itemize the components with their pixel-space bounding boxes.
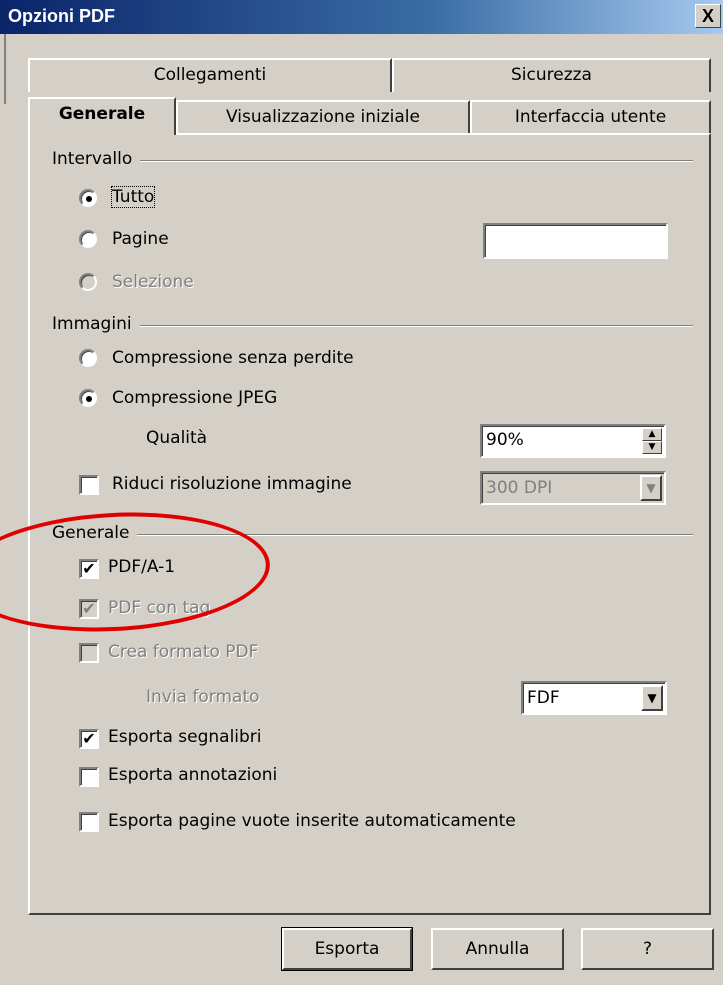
pdf-options-dialog: Opzioni PDF X Collegamenti Sicurezza Gen… xyxy=(0,0,723,985)
cancel-button[interactable]: Annulla xyxy=(431,928,564,970)
label-reduce-resolution[interactable]: Riduci risoluzione immagine xyxy=(112,474,352,494)
label-lossless[interactable]: Compressione senza perdite xyxy=(112,348,354,368)
quality-spinner[interactable]: 90% ▲ ▼ xyxy=(480,424,666,458)
radio-tutto[interactable] xyxy=(79,189,97,207)
group-label-immagini: Immagini xyxy=(52,314,140,334)
label-pagine[interactable]: Pagine xyxy=(112,229,169,249)
checkbox-create-form xyxy=(79,643,99,663)
window-edge xyxy=(4,34,6,104)
close-button[interactable]: X xyxy=(695,4,721,28)
chevron-down-icon: ▼ xyxy=(640,475,662,501)
title-bar: Opzioni PDF X xyxy=(0,0,723,34)
spin-down-icon[interactable]: ▼ xyxy=(642,441,662,454)
group-divider-intervallo xyxy=(52,160,693,162)
label-tutto[interactable]: Tutto xyxy=(110,186,156,208)
radio-lossless[interactable] xyxy=(79,349,97,367)
label-create-form: Crea formato PDF xyxy=(108,642,259,662)
radio-selezione xyxy=(79,273,97,291)
quality-value: 90% xyxy=(486,430,524,450)
label-export-bookmarks[interactable]: Esporta segnalibri xyxy=(108,727,262,747)
tab-sicurezza[interactable]: Sicurezza xyxy=(392,58,711,92)
checkbox-export-bookmarks[interactable]: ✔ xyxy=(79,729,99,749)
label-send-format: Invia formato xyxy=(146,687,260,707)
label-export-empty-pages[interactable]: Esporta pagine vuote inserite automatica… xyxy=(108,811,516,831)
radio-pagine[interactable] xyxy=(79,230,97,248)
tab-generale[interactable]: Generale xyxy=(28,97,176,135)
tab-interfaccia-utente[interactable]: Interfaccia utente xyxy=(470,100,711,134)
radio-dot xyxy=(86,196,92,202)
group-label-intervallo: Intervallo xyxy=(52,149,141,169)
spin-up-icon[interactable]: ▲ xyxy=(642,428,662,441)
checkbox-export-notes[interactable] xyxy=(79,767,99,787)
tab-visualizzazione-iniziale[interactable]: Visualizzazione iniziale xyxy=(176,100,470,134)
dpi-dropdown: 300 DPI ▼ xyxy=(480,471,666,505)
send-format-dropdown[interactable]: FDF ▼ xyxy=(521,681,667,715)
group-divider-immagini xyxy=(52,325,693,327)
tab-collegamenti[interactable]: Collegamenti xyxy=(28,58,392,92)
label-export-notes[interactable]: Esporta annotazioni xyxy=(108,765,277,785)
export-button[interactable]: Esporta xyxy=(281,927,413,971)
label-selezione: Selezione xyxy=(112,272,194,292)
chevron-down-icon[interactable]: ▼ xyxy=(641,685,663,711)
pages-range-input[interactable] xyxy=(483,223,668,259)
radio-jpeg[interactable] xyxy=(79,389,97,407)
window-title: Opzioni PDF xyxy=(8,6,115,26)
checkbox-reduce-resolution[interactable] xyxy=(79,475,99,495)
radio-dot xyxy=(86,396,92,402)
send-format-value: FDF xyxy=(527,688,560,708)
label-jpeg[interactable]: Compressione JPEG xyxy=(112,388,277,408)
label-quality: Qualità xyxy=(146,428,208,448)
help-button[interactable]: ? xyxy=(581,928,714,970)
dpi-value: 300 DPI xyxy=(486,478,553,498)
checkbox-export-empty-pages[interactable] xyxy=(79,812,99,832)
